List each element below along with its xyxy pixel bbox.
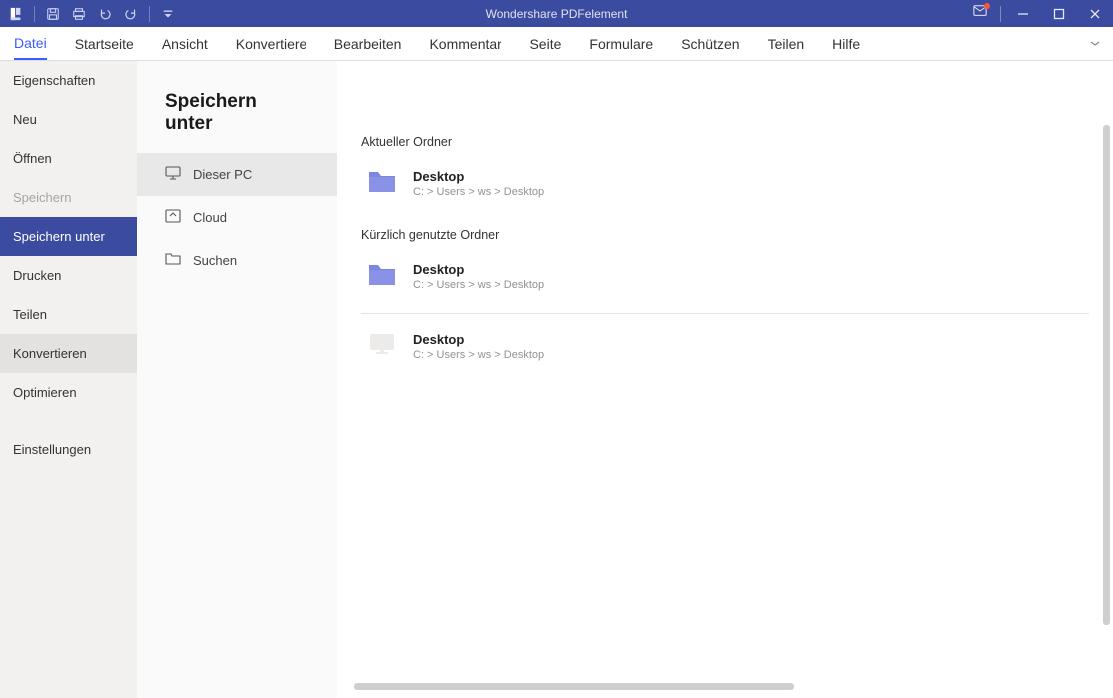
- current-folder-entry[interactable]: Desktop C: > Users > ws > Desktop: [361, 159, 1089, 208]
- folder-name: Desktop: [413, 262, 544, 277]
- folder-icon: [367, 260, 397, 293]
- loc-label: Cloud: [193, 210, 227, 225]
- folder-path: C: > Users > ws > Desktop: [413, 186, 544, 198]
- ribbon-expand-icon[interactable]: [1089, 36, 1101, 52]
- app-title: Wondershare PDFelement: [486, 7, 628, 21]
- filemenu-oeffnen[interactable]: Öffnen: [0, 139, 137, 178]
- tab-teilen[interactable]: Teilen: [768, 27, 805, 60]
- separator: [34, 6, 35, 22]
- separator: [1000, 6, 1001, 22]
- dropdown-icon[interactable]: [160, 6, 176, 22]
- save-icon[interactable]: [45, 6, 61, 22]
- folder-name: Desktop: [413, 332, 544, 347]
- folder-icon: [367, 167, 397, 200]
- folder-text: Desktop C: > Users > ws > Desktop: [413, 169, 544, 198]
- loc-dieser-pc[interactable]: Dieser PC: [137, 153, 337, 196]
- tab-startseite[interactable]: Startseite: [75, 27, 134, 60]
- tab-seite[interactable]: Seite: [529, 27, 561, 60]
- titlebar: Wondershare PDFelement: [0, 0, 1113, 27]
- loc-label: Dieser PC: [193, 167, 252, 182]
- loc-suchen[interactable]: Suchen: [137, 239, 337, 282]
- close-button[interactable]: [1077, 0, 1113, 27]
- tab-formulare[interactable]: Formulare: [589, 27, 653, 60]
- tab-bearbeiten[interactable]: Bearbeiten: [334, 27, 402, 60]
- recent-folder-entry[interactable]: Desktop C: > Users > ws > Desktop: [361, 322, 1089, 371]
- vertical-scrollbar[interactable]: [1103, 125, 1110, 625]
- app-logo-icon: [8, 6, 24, 22]
- ribbon-tabs: Datei Startseite Ansicht Konvertieren Be…: [0, 27, 1113, 61]
- print-icon[interactable]: [71, 6, 87, 22]
- folder-path: C: > Users > ws > Desktop: [413, 349, 544, 361]
- monitor-icon: [165, 166, 181, 183]
- tab-schuetzen[interactable]: Schützen: [681, 27, 739, 60]
- filemenu-eigenschaften[interactable]: Eigenschaften: [0, 61, 137, 100]
- tab-kommentar[interactable]: Kommentar: [429, 27, 501, 60]
- filemenu-optimieren[interactable]: Optimieren: [0, 373, 137, 412]
- folder-text: Desktop C: > Users > ws > Desktop: [413, 262, 544, 291]
- divider: [361, 313, 1089, 314]
- titlebar-right: [964, 0, 1113, 27]
- location-column: Speichern unter Dieser PC Cloud: [137, 61, 337, 698]
- tab-ansicht[interactable]: Ansicht: [162, 27, 208, 60]
- folder-browse-icon: [165, 252, 181, 269]
- filemenu-konvertieren[interactable]: Konvertieren: [0, 334, 137, 373]
- folder-name: Desktop: [413, 169, 544, 184]
- separator: [149, 6, 150, 22]
- cloud-icon: [165, 209, 181, 226]
- section-recent-folders: Kürzlich genutzte Ordner: [361, 208, 1089, 252]
- undo-icon[interactable]: [97, 6, 113, 22]
- tab-datei[interactable]: Datei: [14, 27, 47, 60]
- tab-hilfe[interactable]: Hilfe: [832, 27, 860, 60]
- filemenu-speichern-unter[interactable]: Speichern unter: [0, 217, 137, 256]
- recent-folder-entry[interactable]: Desktop C: > Users > ws > Desktop: [361, 252, 1089, 301]
- filemenu-teilen[interactable]: Teilen: [0, 295, 137, 334]
- main-area: Eigenschaften Neu Öffnen Speichern Speic…: [0, 61, 1113, 698]
- redo-icon[interactable]: [123, 6, 139, 22]
- filemenu-speichern: Speichern: [0, 178, 137, 217]
- section-current-folder: Aktueller Ordner: [361, 61, 1089, 159]
- pc-location-icon: [367, 330, 397, 363]
- location-heading: Speichern unter: [137, 61, 337, 153]
- horizontal-scrollbar[interactable]: [354, 683, 794, 690]
- filemenu-einstellungen[interactable]: Einstellungen: [0, 430, 137, 469]
- filemenu-drucken[interactable]: Drucken: [0, 256, 137, 295]
- spacer: [0, 412, 137, 430]
- tab-konvertieren[interactable]: Konvertieren: [236, 27, 306, 60]
- content-column: Aktueller Ordner Desktop C: > Users > ws…: [337, 61, 1113, 698]
- filemenu-neu[interactable]: Neu: [0, 100, 137, 139]
- loc-label: Suchen: [193, 253, 237, 268]
- notification-dot-icon: [984, 3, 990, 9]
- folder-path: C: > Users > ws > Desktop: [413, 279, 544, 291]
- folder-text: Desktop C: > Users > ws > Desktop: [413, 332, 544, 361]
- minimize-button[interactable]: [1005, 0, 1041, 27]
- maximize-button[interactable]: [1041, 0, 1077, 27]
- file-menu-sidebar: Eigenschaften Neu Öffnen Speichern Speic…: [0, 61, 137, 698]
- loc-cloud[interactable]: Cloud: [137, 196, 337, 239]
- notification-mail-icon[interactable]: [964, 4, 996, 23]
- titlebar-left: [0, 6, 176, 22]
